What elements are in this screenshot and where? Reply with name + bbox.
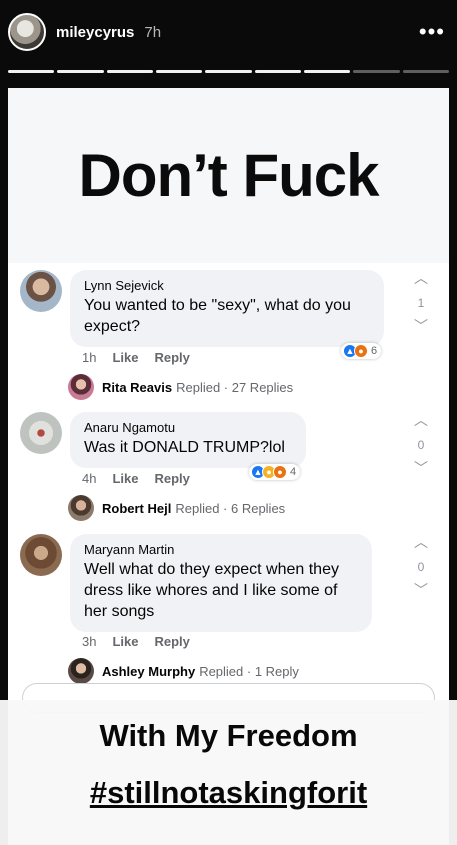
progress-segment [254,70,301,73]
story-text-overlay: With My Freedom #stillnotaskingforit [0,700,457,845]
progress-segment [353,70,400,73]
overlay-text: With My Freedom [99,718,358,753]
angry-icon: ● [354,344,368,358]
progress-segment [303,70,351,73]
reply-author: Rita Reavis [102,379,173,395]
comment-bubble: Lynn Sejevick You wanted to be "sexy", w… [70,270,384,347]
headline: Don’t Fuck [78,142,380,209]
upvote-icon[interactable]: ︿ [411,534,431,550]
vote-control: ︿ 0 ﹀ [411,534,431,598]
username[interactable]: mileycyrus [56,24,134,41]
upvote-icon[interactable]: ︿ [411,412,431,428]
comment-author[interactable]: Anaru Ngamotu [84,420,292,435]
vote-control: ︿ 1 ﹀ [411,270,431,334]
hashtag[interactable]: #stillnotaskingforit [0,775,457,811]
story-header: mileycyrus 7h ••• [8,12,445,52]
progress-segment [155,70,203,73]
reply-summary: Replied · 6 Replies [175,500,286,516]
progress-segment [57,70,104,73]
replies-link[interactable]: Rita Reavis Replied · 27 Replies [68,374,293,400]
progress-segment [8,70,55,73]
vote-count: 0 [417,438,425,452]
reaction-summary[interactable]: ▲ ● 6 [341,343,382,359]
avatar [68,658,94,684]
comment-time: 4h [82,471,97,486]
vote-count: 1 [417,296,425,310]
comment-actions: 4h Like Reply [82,471,190,486]
avatar[interactable] [20,270,62,312]
comment-text: Well what do they expect when they dress… [84,561,339,620]
reaction-summary[interactable]: ▲ ● ● 4 [249,464,301,480]
profile-avatar[interactable] [8,13,46,51]
comment-author[interactable]: Lynn Sejevick [84,278,370,293]
comment-time: 3h [82,634,97,649]
comment-text: You wanted to be "sexy", what do you exp… [84,297,351,335]
progress-segment [205,70,252,73]
reaction-count: 6 [371,345,378,357]
like-button[interactable]: Like [112,350,138,365]
avatar [68,374,94,400]
reply-button[interactable]: Reply [154,634,189,649]
replies-link[interactable]: Ashley Murphy Replied · 1 Reply [68,658,299,684]
reply-author: Ashley Murphy [102,663,196,679]
reply-button[interactable]: Reply [154,471,189,486]
more-horizontal-icon[interactable]: ••• [419,21,445,43]
reaction-count: 4 [290,466,297,478]
reply-button[interactable]: Reply [154,350,189,365]
comment-time: 1h [82,350,97,365]
vote-control: ︿ 0 ﹀ [411,412,431,476]
reply-summary: Replied · 27 Replies [176,379,294,395]
comment-actions: 1h Like Reply [82,350,190,365]
comment-text: Was it DONALD TRUMP?lol [84,439,285,456]
angry-icon: ● [273,465,287,479]
reply-summary: Replied · 1 Reply [199,663,299,679]
headline-band: Don’t Fuck [8,88,449,263]
comment-author[interactable]: Maryann Martin [84,542,358,557]
like-button[interactable]: Like [112,634,138,649]
avatar[interactable] [20,534,62,576]
post-time: 7h [144,23,162,41]
comment-actions: 3h Like Reply [82,634,190,649]
downvote-icon[interactable]: ﹀ [411,318,431,334]
progress-segment [402,70,449,73]
like-button[interactable]: Like [112,471,138,486]
reply-author: Robert Hejl [102,500,172,516]
story-progress-bar [8,70,449,73]
comment-bubble: Anaru Ngamotu Was it DONALD TRUMP?lol [70,412,306,468]
comment-bubble: Maryann Martin Well what do they expect … [70,534,372,632]
vote-count: 0 [417,560,425,574]
replies-link[interactable]: Robert Hejl Replied · 6 Replies [68,495,285,521]
downvote-icon[interactable]: ﹀ [411,460,431,476]
downvote-icon[interactable]: ﹀ [411,582,431,598]
avatar[interactable] [20,412,62,454]
upvote-icon[interactable]: ︿ [411,270,431,286]
avatar [68,495,94,521]
progress-segment [106,70,153,73]
